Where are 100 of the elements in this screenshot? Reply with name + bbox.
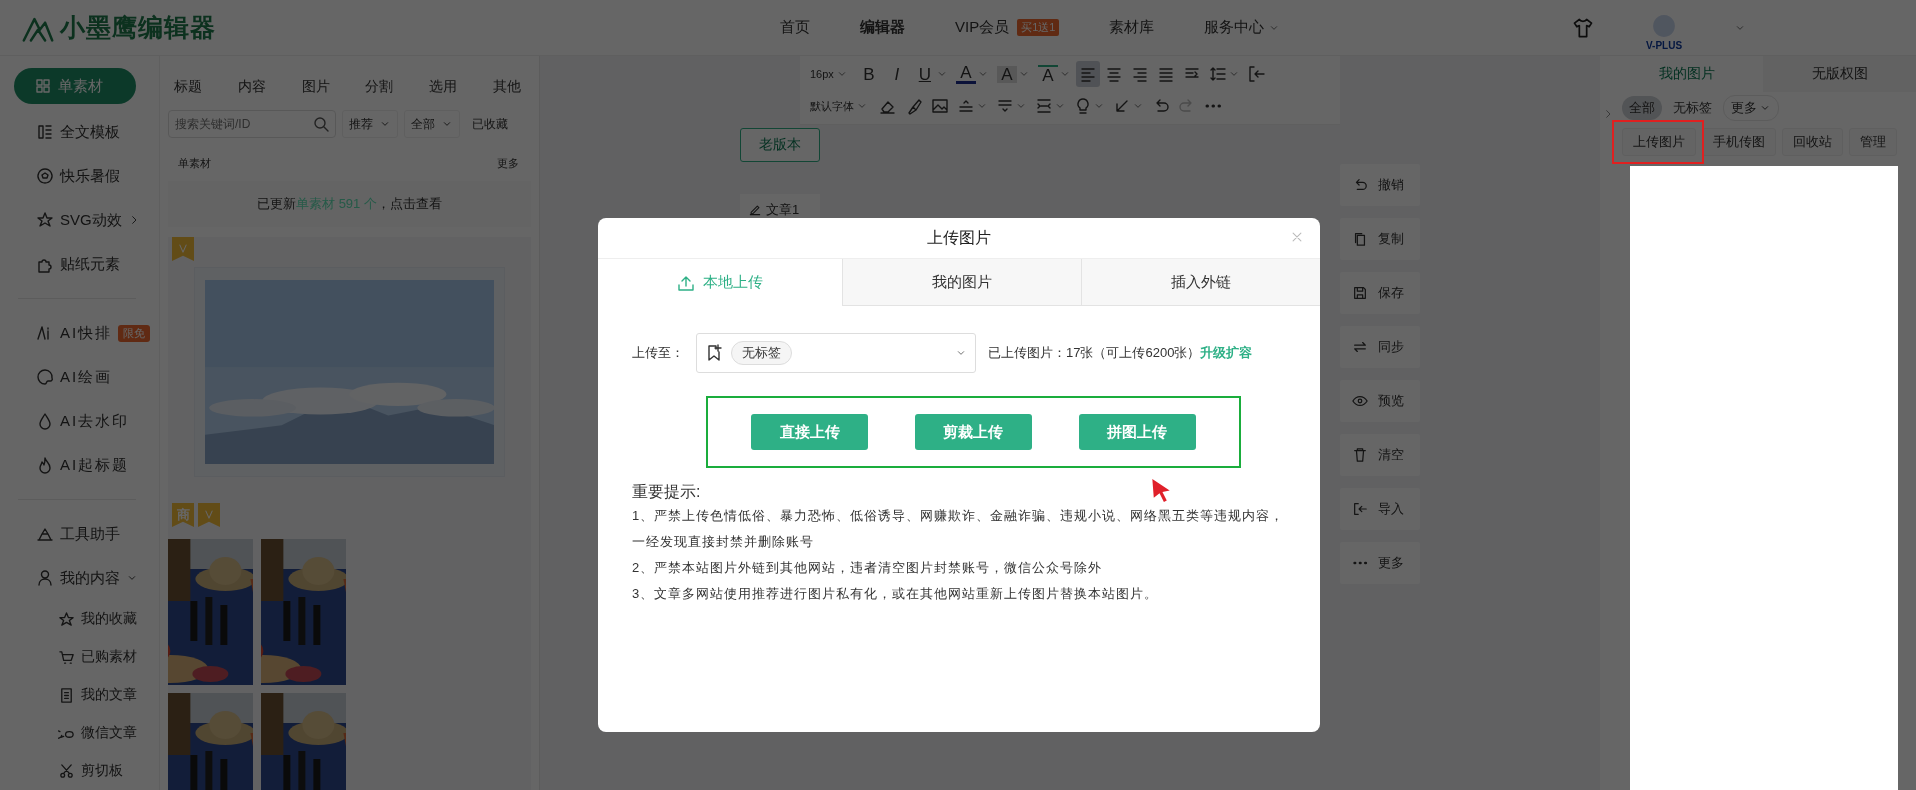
category-tab[interactable]: 内容 xyxy=(237,70,266,104)
filter-dropdown[interactable]: 全部 xyxy=(404,110,460,138)
section-title: 单素材 xyxy=(178,156,211,171)
person-icon xyxy=(36,569,54,587)
field-label: 上传至： xyxy=(632,344,684,362)
panel-button[interactable]: 管理 xyxy=(1849,128,1897,156)
upload-button[interactable]: 拼图上传 xyxy=(1078,414,1196,450)
search-icon[interactable] xyxy=(312,115,330,133)
line-height-icon xyxy=(1208,65,1227,83)
copy-icon xyxy=(1352,231,1368,247)
shirt-icon[interactable] xyxy=(1572,16,1594,39)
sidebar-item[interactable]: 单素材 xyxy=(14,68,136,104)
action-button[interactable]: 同步 xyxy=(1340,326,1420,368)
sidebar-item[interactable]: 快乐暑假 xyxy=(18,154,136,198)
nav-link[interactable]: 首页 xyxy=(780,18,810,37)
sidebar-item[interactable]: 我的内容 xyxy=(18,556,142,600)
dialog-tab[interactable]: 插入外链 xyxy=(1081,259,1320,306)
panel-button[interactable]: 手机传图 xyxy=(1702,128,1776,156)
upgrade-link[interactable]: 升级扩容 xyxy=(1200,344,1253,362)
category-tab[interactable]: 其他 xyxy=(493,70,521,104)
font-select[interactable]: 16px xyxy=(806,68,854,80)
panel-button[interactable]: 上传图片 xyxy=(1622,128,1696,156)
panel-button[interactable]: 回收站 xyxy=(1782,128,1843,156)
filter-chip[interactable]: 更多 xyxy=(1723,95,1779,121)
sidebar-item[interactable]: SVG动效 xyxy=(18,198,144,242)
tools-icon xyxy=(36,525,54,543)
palette-icon xyxy=(36,368,54,386)
notice-text: 1、严禁上传色情低俗、暴力恐怖、低俗诱导、网赚欺诈、金融诈骗、违规小说、网络黑五类等违规内容，一经发现直接封禁并删除账号 xyxy=(632,507,1286,551)
action-button[interactable]: 导入 xyxy=(1340,488,1420,530)
upload-button[interactable]: 直接上传 xyxy=(751,414,869,450)
close-icon[interactable] xyxy=(1290,230,1304,244)
sidebar-item[interactable]: AI快排 限免 xyxy=(18,311,155,355)
edit-icon xyxy=(748,203,762,217)
sidebar-item[interactable]: AI起标题 xyxy=(18,443,136,487)
old-version-button[interactable]: 老版本 xyxy=(740,128,820,162)
image-icon xyxy=(931,97,949,115)
dialog-tab[interactable]: 我的图片 xyxy=(842,259,1081,306)
action-button[interactable]: 复制 xyxy=(1340,218,1420,260)
trash-icon xyxy=(1352,447,1368,463)
sidebar-subitem[interactable]: 我的收藏 xyxy=(18,600,141,638)
sidebar-item[interactable]: 全文模板 xyxy=(18,110,136,154)
filter-dropdown[interactable]: 推荐 xyxy=(342,110,398,138)
format-button[interactable]: I xyxy=(883,61,910,87)
more-icon xyxy=(1204,104,1222,108)
category-tab[interactable]: 图片 xyxy=(301,70,330,104)
toolbar-button[interactable] xyxy=(1075,61,1100,87)
drop-icon xyxy=(36,412,54,430)
category-tab[interactable]: 分割 xyxy=(365,70,394,104)
sidebar-subitem[interactable]: 我的文章 xyxy=(18,676,141,714)
justify-icon xyxy=(1156,65,1175,83)
format-button[interactable]: A xyxy=(993,61,1033,87)
action-button[interactable]: 更多 xyxy=(1340,542,1420,584)
format-button[interactable]: A xyxy=(1034,61,1074,87)
nav-link[interactable]: 素材库 xyxy=(1109,18,1155,37)
category-tab[interactable]: 选用 xyxy=(429,70,458,104)
panel-tab[interactable]: 无版权图 xyxy=(1763,56,1916,92)
star-icon xyxy=(58,610,75,628)
sidebar-subitem[interactable]: 剪切板 xyxy=(18,752,136,790)
sidebar-subitem[interactable]: 已购素材 xyxy=(18,638,141,676)
sidebar-item[interactable]: AI绘画 xyxy=(18,355,136,399)
action-button[interactable]: 预览 xyxy=(1340,380,1420,422)
notice-title: 重要提示: xyxy=(632,482,701,502)
free-badge: 限免 xyxy=(118,324,151,342)
sidebar-item[interactable]: 工具助手 xyxy=(18,512,136,556)
nav-link[interactable]: 编辑器 xyxy=(860,18,905,37)
upload-stats: 已上传图片：17张（可上传6200张） xyxy=(988,344,1201,362)
indent-both-icon xyxy=(1035,97,1053,115)
exit-icon xyxy=(1247,65,1266,83)
nav-link[interactable]: VIP会员 买1送1 xyxy=(955,18,1060,37)
tag-select[interactable]: 无标签 xyxy=(696,333,976,373)
brush-icon xyxy=(905,97,923,115)
logo-text: 小墨鹰编辑器 xyxy=(60,12,216,43)
sidebar-item[interactable]: 贴纸元素 xyxy=(18,242,136,286)
sidebar-subitem[interactable]: 微信文章 xyxy=(18,714,141,752)
tag-chip: 无标签 xyxy=(731,341,792,365)
nav-link[interactable]: 服务中心 xyxy=(1204,18,1281,37)
format-button[interactable]: U xyxy=(911,61,951,87)
filter-chip[interactable]: 无标签 xyxy=(1666,96,1719,120)
format-button[interactable]: A xyxy=(952,61,992,87)
format-button[interactable]: B xyxy=(855,61,882,87)
category-tab[interactable]: 标题 xyxy=(174,70,202,104)
notice-text: 2、严禁本站图片外链到其他网站，违者清空图片封禁账号，微信公众号除外 xyxy=(632,559,1104,577)
filter-dropdown[interactable]: 已收藏 xyxy=(466,110,514,138)
flame-icon xyxy=(36,456,54,474)
notice-text: 3、文章多网站使用推荐进行图片私有化，或在其他网站重新上传图片替换本站图片。 xyxy=(632,585,1160,603)
scissors-icon xyxy=(58,762,75,780)
align-right-icon xyxy=(1130,65,1149,83)
action-button[interactable]: 清空 xyxy=(1340,434,1420,476)
upload-button[interactable]: 剪裁上传 xyxy=(915,414,1032,450)
filter-chip[interactable]: 全部 xyxy=(1622,96,1662,120)
font-select[interactable]: 默认字体 xyxy=(806,98,874,114)
bulb-icon xyxy=(1074,97,1092,115)
upload-icon xyxy=(677,273,695,292)
action-button[interactable]: 撤销 xyxy=(1340,164,1420,206)
action-button[interactable]: 保存 xyxy=(1340,272,1420,314)
template-icon xyxy=(36,123,54,141)
more-link[interactable]: 更多 xyxy=(497,156,519,171)
bookmark-icon xyxy=(705,344,723,362)
eye-icon xyxy=(1352,393,1368,409)
sidebar-item[interactable]: AI去水印 xyxy=(18,399,136,443)
